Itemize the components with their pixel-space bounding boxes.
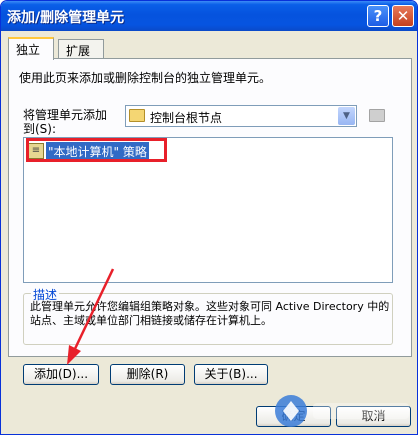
add-remove-snapin-dialog: 添加/删除管理单元 ? ✕ 独立 扩展 使用此页来添加或删除控制台的独立管理单元…	[0, 0, 418, 435]
about-button[interactable]: 关于(B)...	[194, 364, 268, 385]
add-to-value: 控制台根节点	[150, 111, 223, 125]
tab-extensions[interactable]: 扩展	[58, 39, 104, 59]
close-icon[interactable]: ✕	[392, 5, 414, 27]
folder-up-icon[interactable]	[369, 109, 385, 122]
cancel-button[interactable]: 取消	[336, 406, 411, 427]
add-button[interactable]: 添加(D)...	[23, 364, 99, 385]
add-to-combobox[interactable]: 控制台根节点 ▼	[125, 105, 357, 127]
ok-button[interactable]: 确定	[256, 406, 331, 427]
window-title: 添加/删除管理单元	[7, 10, 125, 26]
remove-button[interactable]: 删除(R)	[110, 364, 185, 385]
title-bar: 添加/删除管理单元 ? ✕	[1, 1, 417, 31]
help-icon[interactable]: ?	[367, 5, 389, 27]
tab-standalone[interactable]: 独立	[8, 37, 54, 60]
add-to-label: 将管理单元添加 到(S):	[23, 108, 108, 136]
dropdown-arrow-icon[interactable]: ▼	[338, 107, 355, 125]
description-text: 此管理单元允许您编辑组策略对象。这些对象可同 Active Directory …	[30, 300, 390, 327]
folder-icon	[129, 109, 145, 122]
page-description: 使用此页来添加或删除控制台的独立管理单元。	[19, 71, 272, 85]
highlight-annotation-box	[26, 138, 167, 162]
